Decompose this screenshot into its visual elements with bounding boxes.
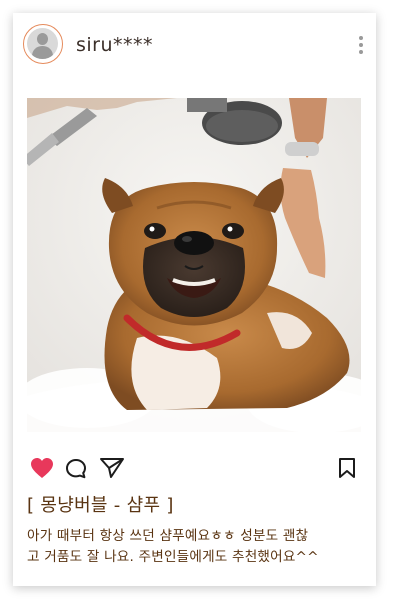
post-image[interactable] (27, 98, 361, 432)
caption-line: 고 거품도 잘 나요. 주변인들에게도 추천했어요^^ (27, 549, 319, 565)
user-avatar-icon (27, 28, 58, 59)
send-icon[interactable] (99, 457, 125, 483)
more-vertical-icon[interactable] (358, 36, 364, 56)
caption-line: 아가 때부터 항상 쓰던 샴푸예요ㅎㅎ 성분도 괜찮 (27, 528, 309, 544)
post-caption: 아가 때부터 항상 쓰던 샴푸예요ㅎㅎ 성분도 괜찮 고 거품도 잘 나요. 주… (27, 526, 367, 568)
avatar[interactable] (23, 24, 63, 64)
action-bar (13, 454, 376, 484)
username[interactable]: siru**** (76, 34, 153, 56)
post-card: siru**** [몽냥버블 - 샴푸] 아가 때부터 항상 쓰던 샴푸예요… (13, 13, 376, 586)
post-title: [ 몽냥버블 - 샴푸 ] (27, 495, 174, 516)
heart-icon[interactable] (30, 457, 54, 483)
comment-icon[interactable] (65, 458, 87, 484)
bookmark-icon[interactable] (338, 457, 356, 483)
dog-bath-photo (27, 98, 361, 432)
